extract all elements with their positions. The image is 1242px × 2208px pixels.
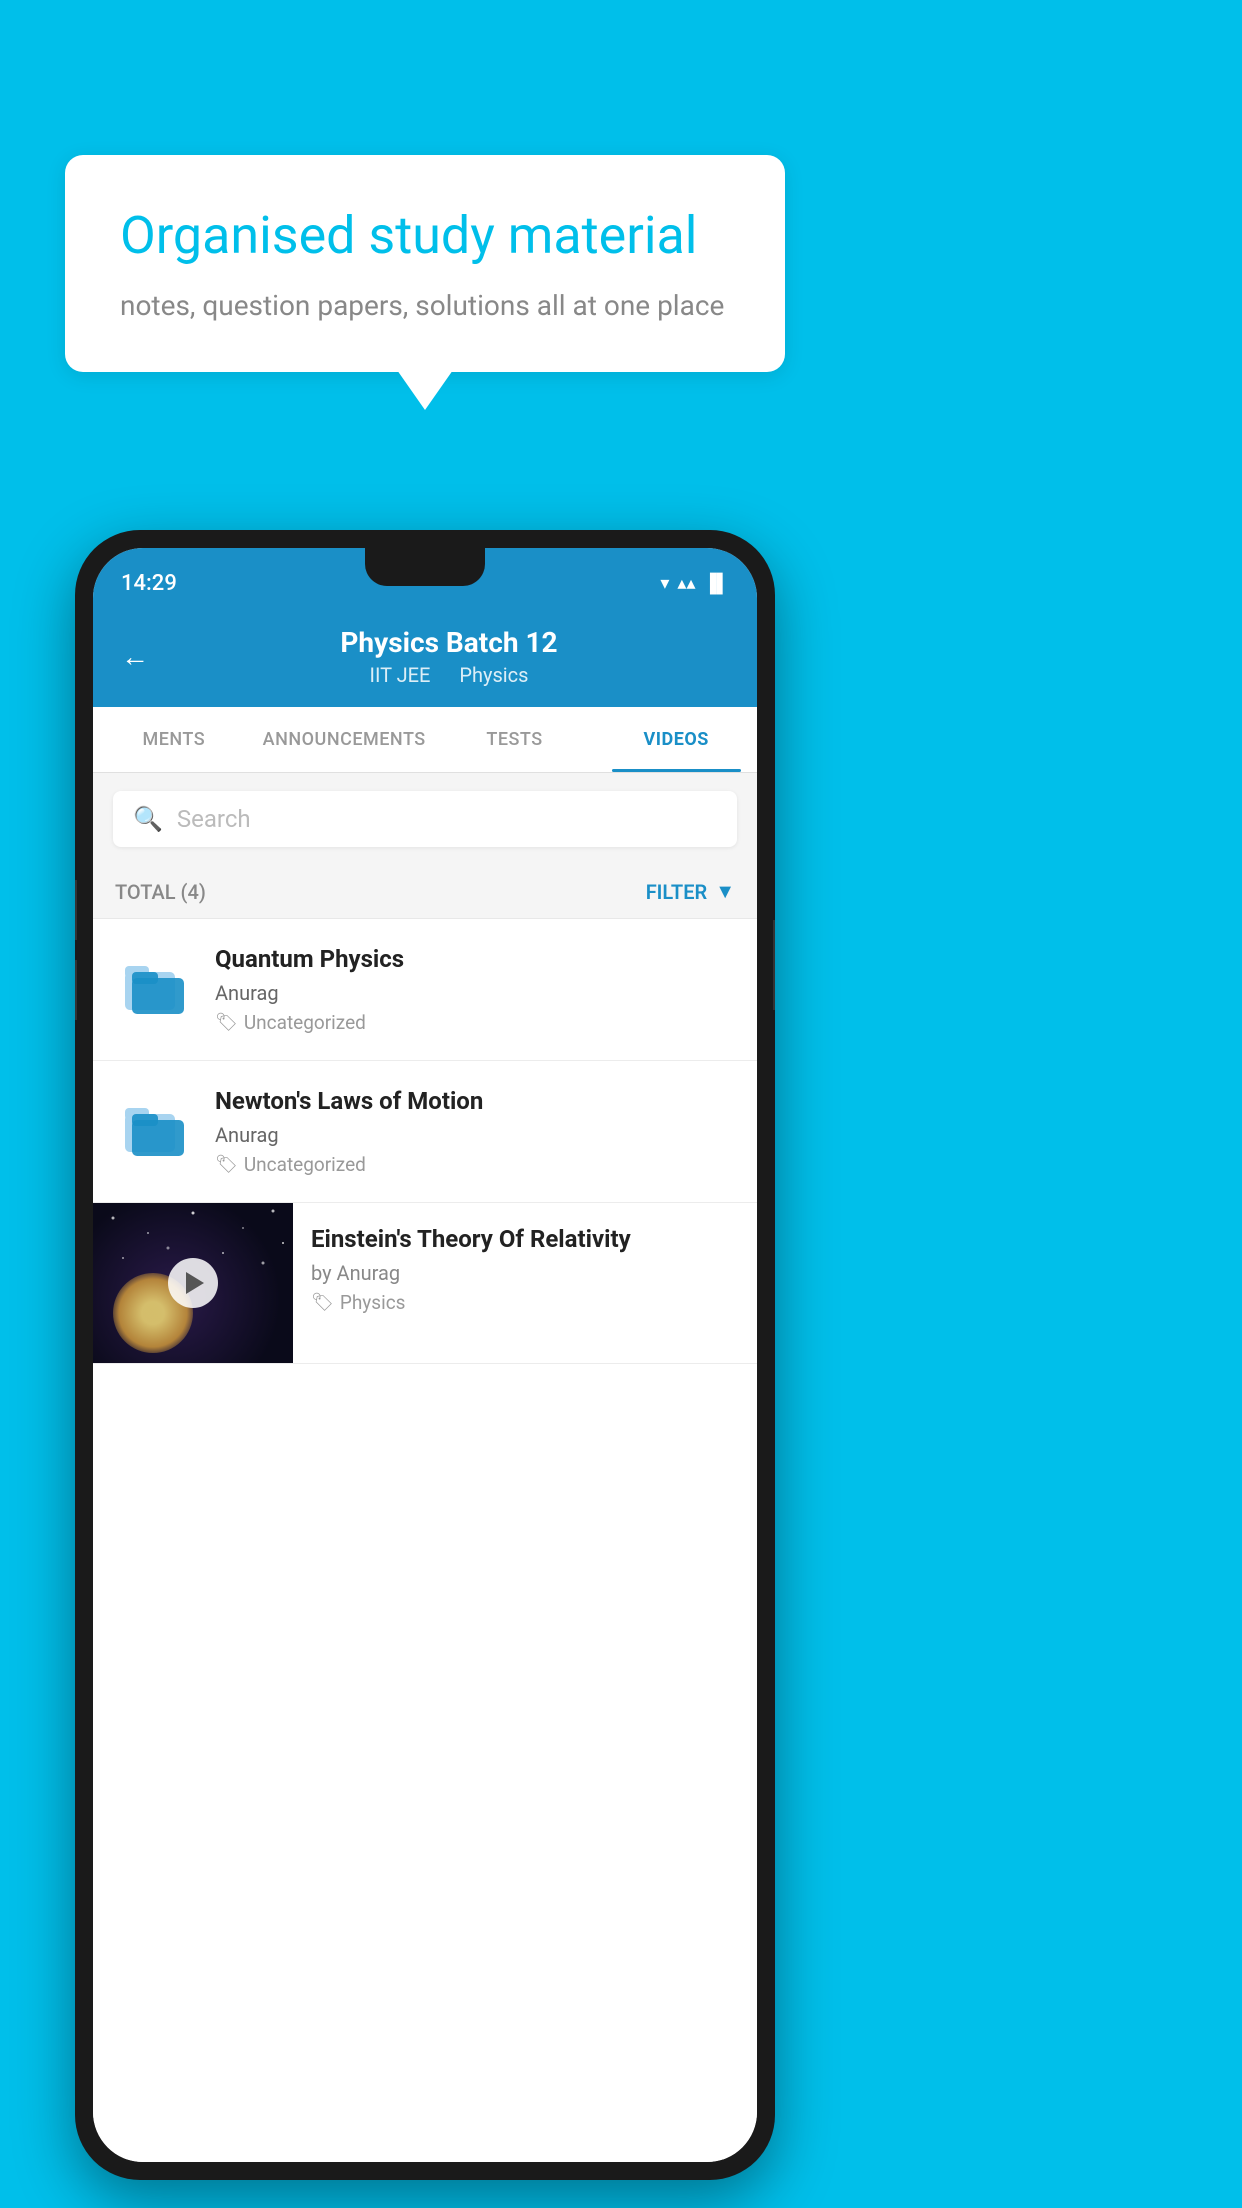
phone-screen: 14:29 ▾ ▴▴ ▐▌ ← Physics Batch 12 IIT JEE…: [93, 548, 757, 2162]
speech-bubble-title: Organised study material: [120, 205, 730, 267]
item-author: Anurag: [215, 1123, 735, 1147]
item-thumbnail: [115, 945, 195, 1025]
filter-icon: ▼: [715, 879, 735, 904]
header-subtitle: IIT JEE Physics: [169, 663, 729, 687]
list-item[interactable]: Quantum Physics Anurag 🏷 Uncategorized: [93, 919, 757, 1061]
tag-label: Uncategorized: [244, 1011, 366, 1034]
header-iit-jee: IIT JEE: [370, 663, 431, 687]
play-icon: [186, 1272, 204, 1294]
total-count-label: TOTAL (4): [115, 880, 206, 904]
tab-videos[interactable]: VIDEOS: [595, 707, 757, 772]
filter-button[interactable]: FILTER ▼: [646, 879, 735, 904]
battery-icon: ▐▌: [703, 573, 729, 594]
play-button[interactable]: [168, 1258, 218, 1308]
search-icon: 🔍: [133, 805, 163, 833]
tag-label: Uncategorized: [244, 1153, 366, 1176]
header-title-area: Physics Batch 12 IIT JEE Physics: [169, 626, 729, 687]
phone-notch: [365, 548, 485, 586]
status-icons: ▾ ▴▴ ▐▌: [660, 573, 729, 594]
header-title: Physics Batch 12: [169, 626, 729, 659]
search-input[interactable]: Search: [177, 805, 251, 833]
tag-label: Physics: [340, 1291, 406, 1314]
tabs-bar: MENTS ANNOUNCEMENTS TESTS VIDEOS: [93, 707, 757, 773]
wifi-icon: ▾: [660, 573, 669, 594]
item-thumbnail: [115, 1087, 195, 1167]
tab-announcements[interactable]: ANNOUNCEMENTS: [255, 707, 434, 772]
tab-tests[interactable]: TESTS: [434, 707, 596, 772]
phone-volume-button-2: [75, 960, 77, 1020]
status-time: 14:29: [121, 571, 177, 596]
item-title: Quantum Physics: [215, 945, 735, 973]
signal-icon: ▴▴: [677, 573, 695, 594]
back-button[interactable]: ←: [121, 640, 149, 673]
phone-frame: 14:29 ▾ ▴▴ ▐▌ ← Physics Batch 12 IIT JEE…: [75, 530, 775, 2180]
item-tag: 🏷 Uncategorized: [215, 1153, 735, 1176]
speech-bubble: Organised study material notes, question…: [65, 155, 785, 372]
app-header: ← Physics Batch 12 IIT JEE Physics: [93, 608, 757, 707]
phone-power-button: [773, 920, 775, 1010]
filter-bar: TOTAL (4) FILTER ▼: [93, 865, 757, 919]
folder-icon: [120, 1092, 190, 1162]
item-title: Einstein's Theory Of Relativity: [311, 1225, 739, 1253]
header-physics: Physics: [459, 663, 528, 687]
speech-bubble-subtitle: notes, question papers, solutions all at…: [120, 289, 730, 322]
search-bar[interactable]: 🔍 Search: [113, 791, 737, 847]
tab-ments[interactable]: MENTS: [93, 707, 255, 772]
tag-icon: 🏷: [311, 1292, 334, 1313]
list-item[interactable]: Einstein's Theory Of Relativity by Anura…: [93, 1203, 757, 1364]
item-tag: 🏷 Uncategorized: [215, 1011, 735, 1034]
video-thumbnail: [93, 1203, 293, 1363]
item-info: Newton's Laws of Motion Anurag 🏷 Uncateg…: [215, 1087, 735, 1176]
screen-content: 14:29 ▾ ▴▴ ▐▌ ← Physics Batch 12 IIT JEE…: [93, 548, 757, 2162]
filter-label: FILTER: [646, 880, 708, 904]
item-author: Anurag: [215, 981, 735, 1005]
item-info: Einstein's Theory Of Relativity by Anura…: [293, 1203, 757, 1336]
phone-volume-button: [75, 880, 77, 940]
item-info: Quantum Physics Anurag 🏷 Uncategorized: [215, 945, 735, 1034]
item-author: by Anurag: [311, 1261, 739, 1285]
video-list: Quantum Physics Anurag 🏷 Uncategorized: [93, 919, 757, 2162]
tag-icon: 🏷: [215, 1012, 238, 1033]
tag-icon: 🏷: [215, 1154, 238, 1175]
folder-icon: [120, 950, 190, 1020]
item-tag: 🏷 Physics: [311, 1291, 739, 1314]
item-title: Newton's Laws of Motion: [215, 1087, 735, 1115]
search-bar-container: 🔍 Search: [93, 773, 757, 865]
list-item[interactable]: Newton's Laws of Motion Anurag 🏷 Uncateg…: [93, 1061, 757, 1203]
